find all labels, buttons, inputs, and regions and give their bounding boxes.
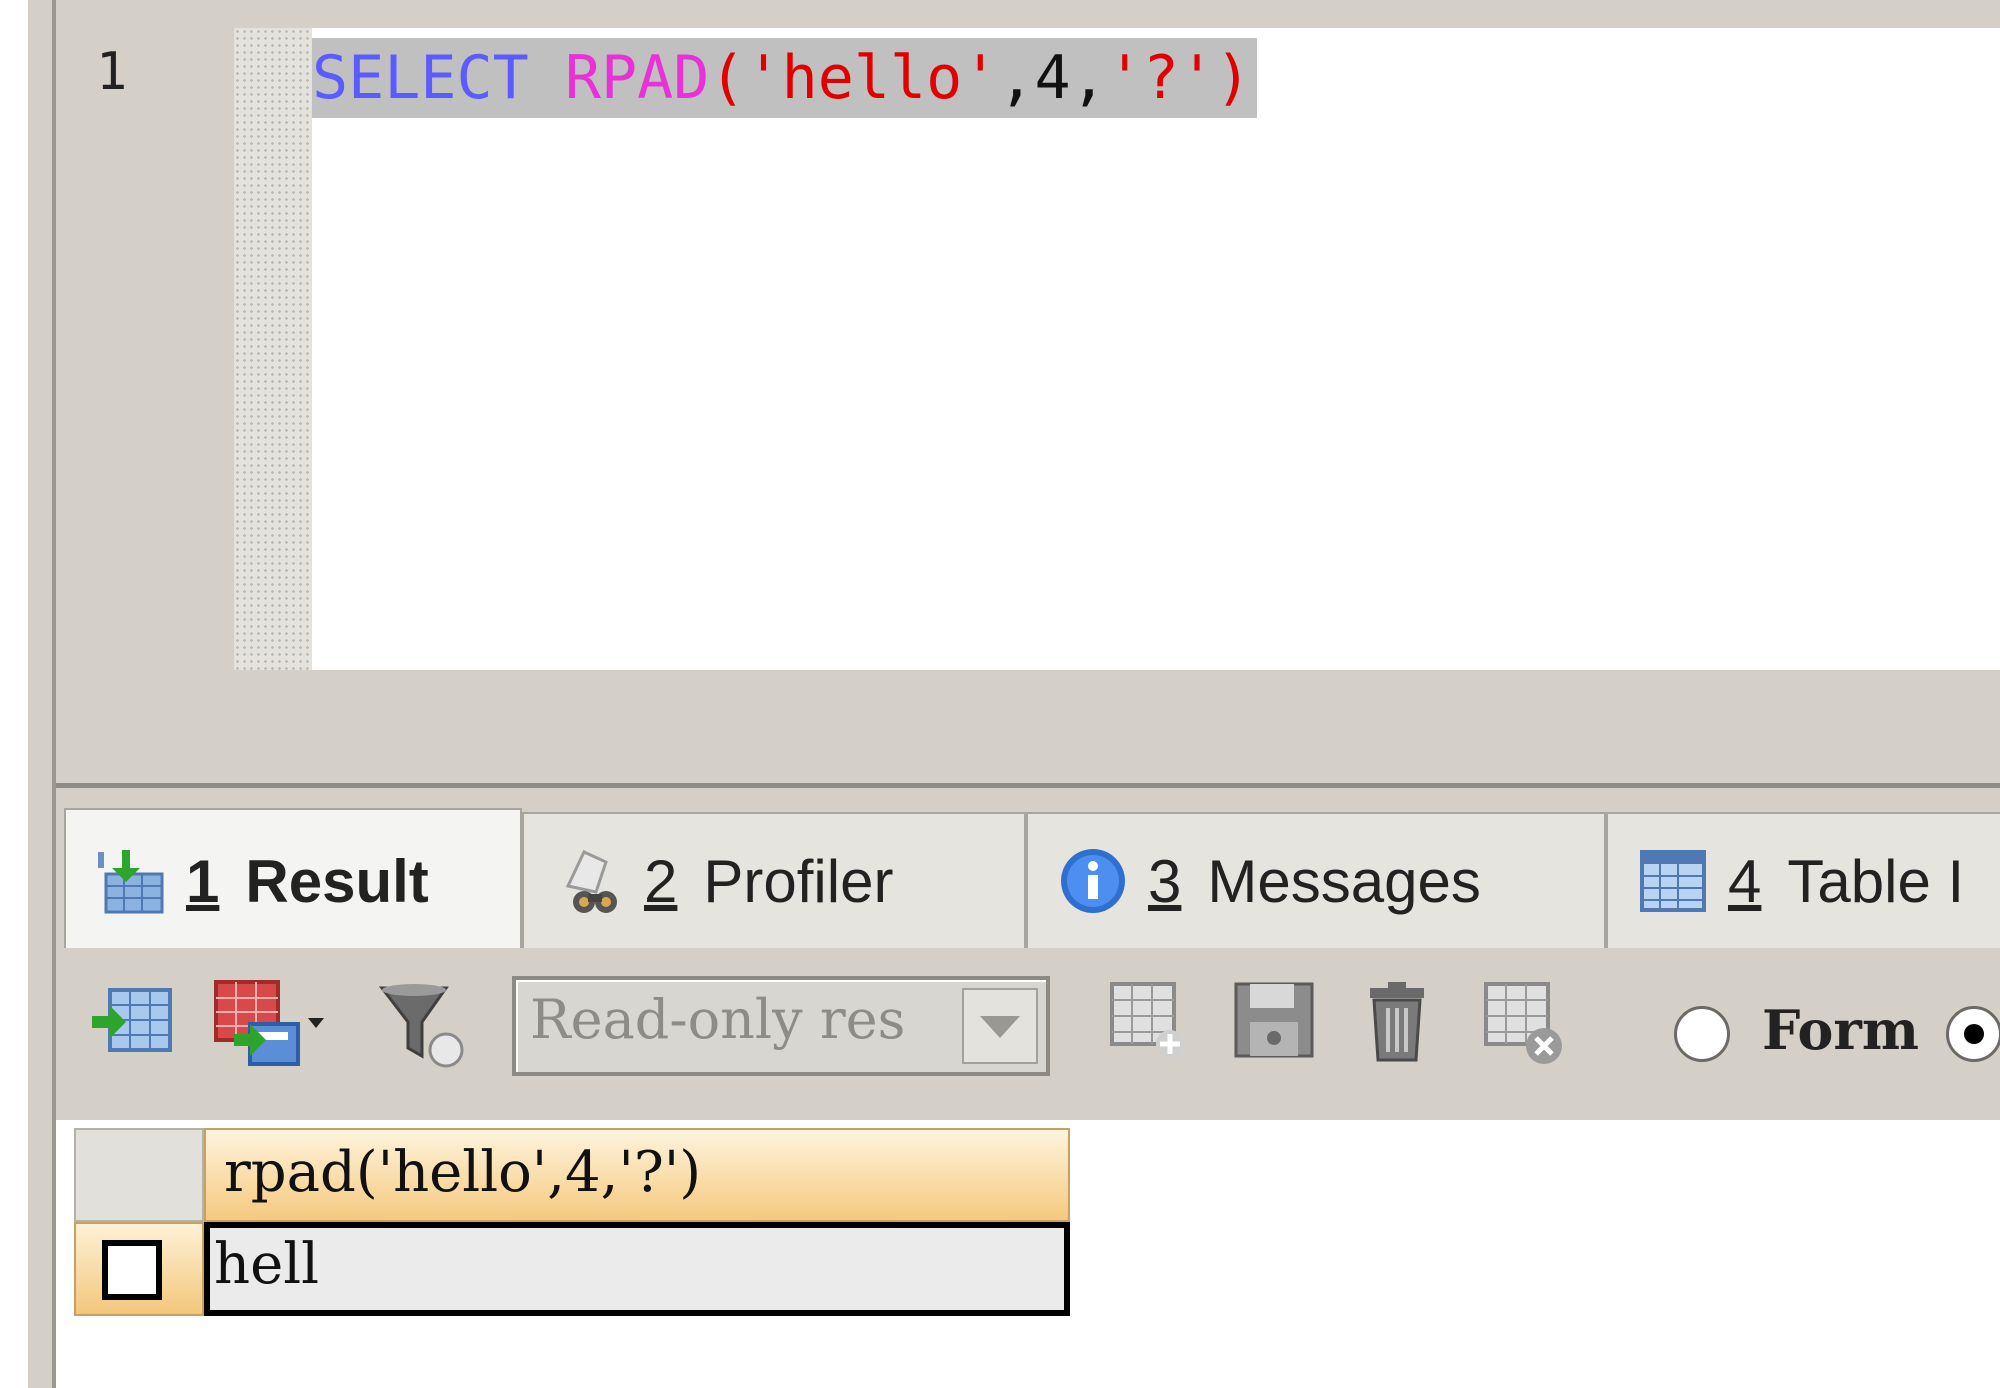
info-icon [1058, 846, 1128, 916]
tab-label: Table I [1787, 847, 1965, 915]
line-number-gutter: 1 [56, 28, 234, 670]
delete-icon[interactable] [1354, 978, 1444, 1068]
code-area[interactable]: SELECT RPAD('hello',4,'?') [312, 28, 2000, 670]
form-view-radio[interactable] [1674, 1006, 1730, 1062]
sql-function: RPAD [564, 43, 710, 113]
cell-value: hell [214, 1232, 320, 1297]
column-header[interactable]: rpad('hello',4,'?') [204, 1128, 1070, 1222]
column-header-label: rpad('hello',4,'?') [224, 1140, 702, 1205]
window-splitter[interactable] [28, 0, 56, 1388]
tab-result[interactable]: 1 Result [64, 808, 522, 952]
table-icon [1638, 846, 1708, 916]
editor-top-border [56, 0, 2000, 28]
line-number: 1 [96, 42, 128, 102]
export-result-button[interactable] [88, 978, 178, 1068]
result-tabs: 1 Result 2 Profiler 3 Messages 4 Table I [60, 808, 2000, 952]
radio-selected-dot [1964, 1024, 1984, 1044]
tab-label: Profiler [703, 847, 894, 915]
row-select-checkbox[interactable] [102, 1240, 162, 1300]
editor-bottom-panel [56, 670, 2000, 788]
sql-comma: , [998, 43, 1035, 113]
form-view-label: Form [1762, 998, 1919, 1062]
sql-paren-open: ( [709, 43, 746, 113]
tab-number: 3 [1148, 847, 1182, 915]
export-dropdown-button[interactable] [210, 978, 330, 1068]
sql-keyword: SELECT [312, 43, 529, 113]
tab-number: 1 [186, 847, 220, 915]
tab-number: 2 [644, 847, 678, 915]
tab-label: Result [245, 847, 429, 915]
tab-number: 4 [1728, 847, 1762, 915]
tab-messages[interactable]: 3 Messages [1026, 812, 1606, 948]
window-left-edge [0, 0, 28, 1388]
code-line-selected[interactable]: SELECT RPAD('hello',4,'?') [312, 38, 1258, 118]
save-icon[interactable] [1228, 978, 1318, 1068]
result-grid-icon [96, 846, 166, 916]
cancel-changes-icon[interactable] [1478, 978, 1574, 1068]
table-cell[interactable]: hell [204, 1222, 1070, 1316]
tab-profiler[interactable]: 2 Profiler [522, 812, 1026, 948]
filter-icon[interactable] [376, 978, 472, 1068]
sql-number-arg: 4 [1034, 43, 1071, 113]
grid-view-radio[interactable] [1946, 1006, 2000, 1062]
chevron-down-icon[interactable] [962, 988, 1038, 1064]
fold-margin [234, 28, 312, 670]
result-mode-value: Read-only res [530, 988, 906, 1051]
grid-corner-cell[interactable] [74, 1128, 204, 1222]
sql-comma: , [1070, 43, 1107, 113]
tab-label: Messages [1207, 847, 1481, 915]
result-mode-select[interactable]: Read-only res [512, 976, 1050, 1076]
sql-string-arg: 'hello' [745, 43, 999, 113]
row-header[interactable] [74, 1222, 204, 1316]
profiler-icon [554, 846, 624, 916]
insert-row-icon[interactable] [1104, 978, 1194, 1068]
sql-editor[interactable]: 1 SELECT RPAD('hello',4,'?') [56, 28, 2000, 670]
result-grid: rpad('hello',4,'?') hell [56, 1120, 2000, 1388]
sql-string-arg: '?' [1106, 43, 1216, 113]
sql-paren-close: ) [1215, 43, 1252, 113]
tab-table-info[interactable]: 4 Table I [1606, 812, 2000, 948]
result-toolbar: Read-only res Form [60, 948, 2000, 1120]
